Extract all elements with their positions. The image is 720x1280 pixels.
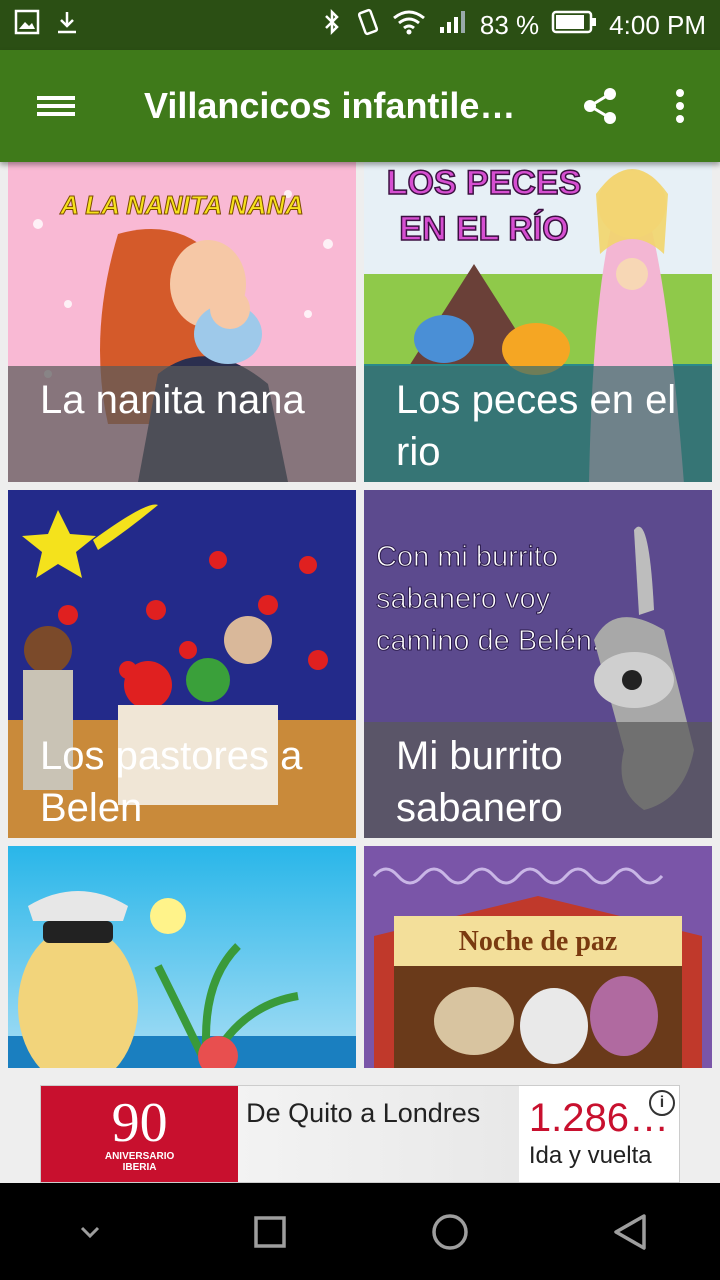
ad-info-icon[interactable]: i: [648, 1090, 675, 1116]
card-title: Los peces en el rio: [364, 366, 712, 482]
card-artwork: Noche de paz: [364, 846, 712, 1068]
more-vert-icon: [676, 89, 684, 123]
vibrate-icon: [354, 8, 380, 43]
song-grid: A LA NANITA NANA La nanita nana LOS PECE…: [0, 162, 720, 1068]
signal-icon: [438, 9, 468, 42]
card-title: La nanita nana: [8, 366, 356, 482]
hamburger-menu-icon: [37, 92, 75, 120]
hide-nav-button[interactable]: [40, 1183, 140, 1280]
ad-price-sub: Ida y vuelta: [528, 1142, 652, 1169]
battery-icon: [551, 9, 597, 42]
wifi-icon: [392, 9, 426, 42]
svg-text:EN EL RÍO: EN EL RÍO: [399, 210, 568, 248]
chevron-down-icon: [80, 1226, 100, 1238]
ad-logo-number: 90: [111, 1092, 168, 1154]
status-bar: 83 % 4:00 PM: [0, 0, 720, 50]
clock: 4:00 PM: [609, 9, 706, 40]
system-nav-bar: [0, 1183, 720, 1280]
download-notification-icon: [54, 9, 80, 42]
ad-logo-sub1: ANIVERSARIO: [104, 1151, 175, 1162]
ad-banner[interactable]: 90 ANIVERSARIO IBERIA De Quito a Londres…: [40, 1085, 680, 1183]
battery-percent: 83 %: [479, 9, 540, 40]
svg-text:Con mi burrito: Con mi burrito: [376, 541, 558, 573]
svg-text:A LA NANITA NANA: A LA NANITA NANA: [59, 190, 304, 220]
share-icon: [584, 88, 616, 124]
triangle-back-icon: [614, 1213, 646, 1250]
home-button[interactable]: [400, 1183, 500, 1280]
app-bar: Villancicos infantile…: [0, 50, 720, 162]
menu-button[interactable]: [0, 50, 112, 162]
song-card-los-pastores-a-belen[interactable]: Los pastores a Belen: [8, 490, 356, 838]
song-card-los-peces-en-el-rio[interactable]: LOS PECES EN EL RÍO Los peces en el rio: [364, 162, 712, 482]
svg-text:sabanero voy: sabanero voy: [376, 583, 551, 615]
overflow-menu-button[interactable]: [640, 50, 720, 162]
back-button[interactable]: [580, 1183, 680, 1280]
song-card-5[interactable]: [8, 846, 356, 1068]
ad-logo-sub2: IBERIA: [122, 1162, 157, 1173]
card-title: Los pastores a Belen: [40, 734, 303, 830]
ad-price: 1.286…: [528, 1096, 669, 1140]
share-button[interactable]: [560, 50, 640, 162]
ad-headline: De Quito a Londres: [238, 1086, 519, 1182]
svg-text:LOS PECES: LOS PECES: [387, 164, 582, 202]
circle-icon: [432, 1213, 468, 1250]
square-icon: [254, 1215, 286, 1248]
card-artwork: [8, 846, 356, 1068]
app-title: Villancicos infantile…: [144, 85, 516, 126]
song-card-mi-burrito-sabanero[interactable]: Con mi burrito sabanero voy camino de Be…: [364, 490, 712, 838]
song-card-noche-de-paz[interactable]: Noche de paz: [364, 846, 712, 1068]
svg-text:camino de Belén.: camino de Belén.: [376, 625, 600, 657]
bluetooth-icon: [322, 8, 342, 43]
card-title: Mi burrito sabanero: [364, 722, 712, 838]
ad-price-box: 1.286… Ida y vuelta i: [518, 1086, 679, 1182]
song-card-la-nanita-nana[interactable]: A LA NANITA NANA La nanita nana: [8, 162, 356, 482]
ad-logo: 90 ANIVERSARIO IBERIA: [41, 1086, 239, 1182]
recents-button[interactable]: [220, 1183, 320, 1280]
svg-text:Noche de paz: Noche de paz: [459, 926, 618, 957]
gallery-notification-icon: [14, 9, 40, 42]
